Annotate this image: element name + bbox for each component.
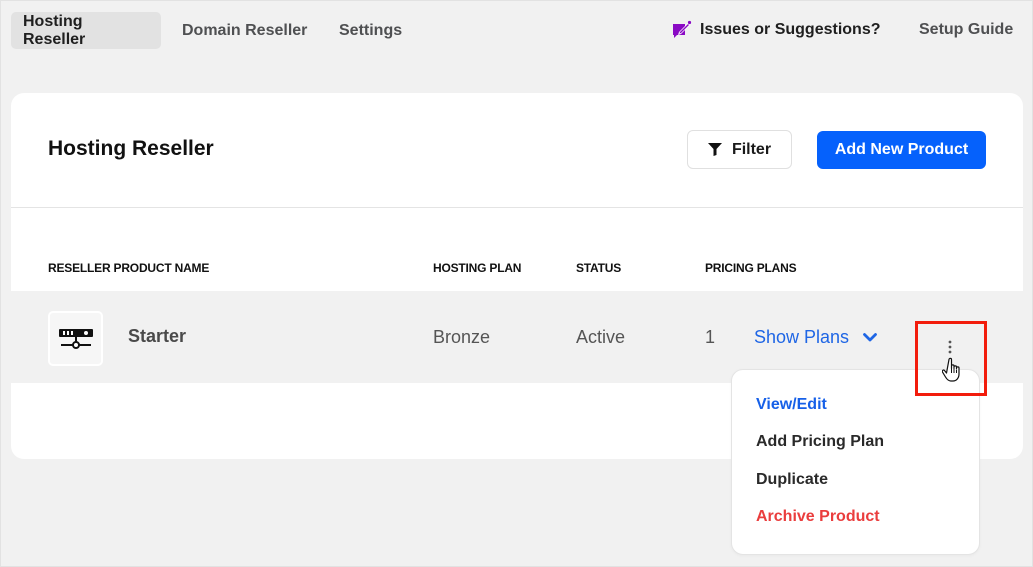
- tab-label: Settings: [339, 21, 403, 39]
- kebab-menu-icon: [948, 340, 952, 354]
- issues-label: Issues or Suggestions?: [700, 21, 881, 38]
- product-name[interactable]: Starter: [128, 326, 186, 347]
- menu-item-duplicate[interactable]: Duplicate: [756, 471, 828, 489]
- setup-label: Setup Guide: [919, 21, 1014, 38]
- filter-button[interactable]: Filter: [687, 130, 792, 169]
- setup-guide-link[interactable]: Setup Guide: [919, 18, 1013, 42]
- hosting-plan-value: Bronze: [433, 327, 491, 347]
- tab-label: Hosting Reseller: [23, 12, 86, 48]
- filter-label: Filter: [731, 140, 772, 158]
- menu-item-add-pricing-plan[interactable]: Add Pricing Plan: [756, 433, 884, 451]
- column-header-hosting-plan: HOSTING PLAN: [433, 261, 522, 275]
- add-new-product-button[interactable]: Add New Product: [817, 131, 986, 169]
- server-network-icon: [58, 328, 93, 349]
- app-frame: Hosting Reseller Domain Reseller Setting…: [0, 0, 1033, 567]
- tab-label: Domain Reseller: [182, 21, 308, 39]
- menu-item-view-edit[interactable]: View/Edit: [756, 396, 827, 414]
- issues-suggestions-link[interactable]: Issues or Suggestions?: [671, 18, 880, 42]
- status-value: Active: [576, 327, 626, 347]
- tab-settings[interactable]: Settings: [327, 12, 414, 49]
- menu-item-archive-product[interactable]: Archive Product: [756, 508, 880, 526]
- hand-cursor-icon: [942, 357, 960, 382]
- tab-domain-reseller[interactable]: Domain Reseller: [170, 12, 319, 49]
- funnel-icon: [707, 143, 722, 156]
- show-plans-label: Show Plans: [754, 327, 850, 347]
- product-thumbnail: [48, 311, 103, 366]
- pricing-plans-count: 1: [705, 327, 716, 347]
- chevron-down-icon: [863, 333, 877, 342]
- row-actions-menu: View/Edit Add Pricing Plan Duplicate Arc…: [731, 369, 980, 555]
- show-plans-toggle[interactable]: Show Plans: [754, 327, 877, 348]
- header-divider: [11, 207, 1023, 208]
- tab-hosting-reseller[interactable]: Hosting Reseller: [11, 12, 161, 49]
- row-actions-button[interactable]: [939, 336, 961, 358]
- column-header-pricing-plans: PRICING PLANS: [705, 261, 797, 275]
- column-header-status: STATUS: [576, 261, 622, 275]
- column-header-product-name: RESELLER PRODUCT NAME: [48, 261, 210, 275]
- feedback-pen-icon: [673, 20, 692, 38]
- top-nav: Hosting Reseller Domain Reseller Setting…: [1, 1, 1032, 61]
- page-title: Hosting Reseller: [48, 137, 214, 160]
